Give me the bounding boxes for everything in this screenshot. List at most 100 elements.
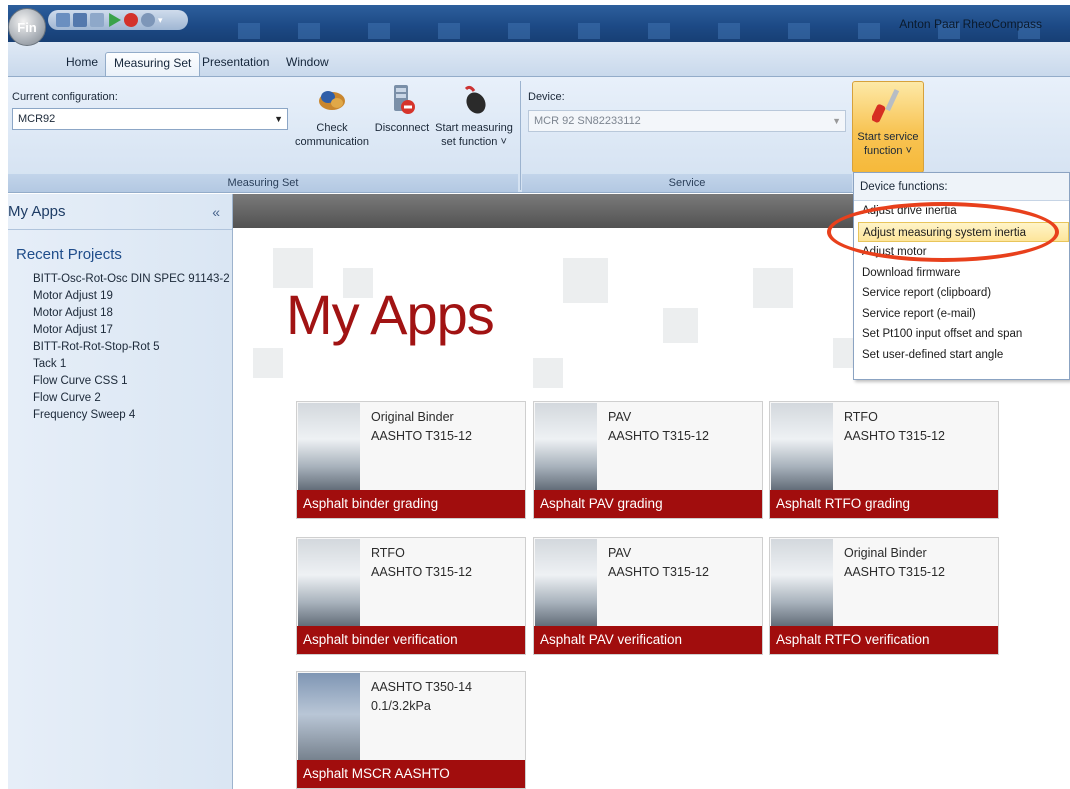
tab-measuring-set[interactable]: Measuring Set [105,52,201,76]
menu-item-download-firmware[interactable]: Download firmware [858,263,1069,284]
chevron-down-icon: ▼ [832,116,841,126]
current-configuration-label: Current configuration: [12,91,118,103]
list-item[interactable]: Tack 1 [33,356,232,373]
screwdriver-icon [871,88,904,123]
menu-item-service-report-clipboard[interactable]: Service report (clipboard) [858,283,1069,304]
recent-projects-title: Recent Projects [16,246,122,263]
list-item[interactable]: BITT-Rot-Rot-Stop-Rot 5 [33,339,232,356]
start-service-function-button[interactable]: Start service function ˅ [852,81,924,173]
device-functions-menu: Device functions: Adjust drive inertia A… [853,172,1070,380]
window-title: Anton Paar RheoCompass [899,17,1042,31]
device-combo[interactable]: MCR 92 SN82233112 ▼ [528,110,846,132]
asphalt-image [535,539,597,629]
background-decoration [753,268,793,308]
disconnect-button[interactable]: Disconnect [372,83,432,135]
tile-line1: RTFO [844,410,878,424]
play-icon[interactable] [109,13,121,27]
list-item[interactable]: Flow Curve 2 [33,390,232,407]
app-tile[interactable]: RTFO AASHTO T315-12 Asphalt binder verif… [296,537,526,655]
my-apps-pane-title: My Apps [8,203,66,220]
app-tile[interactable]: Original Binder AASHTO T315-12 Asphalt R… [769,537,999,655]
list-item[interactable]: Flow Curve CSS 1 [33,373,232,390]
my-apps-pane: My Apps « Recent Projects BITT-Osc-Rot-O… [8,194,239,789]
tile-line2: AASHTO T315-12 [608,565,709,579]
current-configuration-combo[interactable]: MCR92 ▼ [12,108,288,130]
recent-projects-list: BITT-Osc-Rot-Osc DIN SPEC 91143-2 1 Moto… [8,271,239,424]
current-configuration-value: MCR92 [18,113,56,125]
tile-line2: 0.1/3.2kPa [371,699,431,713]
handshake-icon [316,83,348,115]
service-group-label: Service [522,174,852,192]
tab-window[interactable]: Window [278,52,337,76]
asphalt-image [298,403,360,493]
customize-qat-icon[interactable]: ▾ [158,13,166,27]
road-image [298,673,360,765]
chevron-down-icon: ▼ [274,114,283,124]
quick-access-toolbar: ▾ [48,10,188,30]
tile-line2: AASHTO T315-12 [371,565,472,579]
disconnect-label: Disconnect [374,122,430,134]
menu-item-adjust-drive-inertia[interactable]: Adjust drive inertia [858,201,1069,222]
tile-line2: AASHTO T315-12 [844,565,945,579]
app-tile[interactable]: AASHTO T350-14 0.1/3.2kPa Asphalt MSCR A… [296,671,526,789]
mouse-icon [458,83,490,115]
background-decoration [533,358,563,388]
check-communication-label: Check communication [295,122,369,148]
tab-home[interactable]: Home [58,52,106,76]
list-item[interactable]: Motor Adjust 19 [33,288,232,305]
ribbon-tab-row: Home Measuring Set Presentation Window [8,42,1070,76]
record-icon[interactable] [124,13,138,27]
background-decoration [253,348,283,378]
check-communication-button[interactable]: Check communication [294,83,370,149]
app-tile[interactable]: RTFO AASHTO T315-12 Asphalt RTFO grading [769,401,999,519]
tile-title-bar: Asphalt MSCR AASHTO [297,760,525,788]
save-icon[interactable] [73,13,87,27]
app-tile[interactable]: PAV AASHTO T315-12 Asphalt PAV verificat… [533,537,763,655]
tile-line2: AASHTO T315-12 [844,429,945,443]
tile-line1: Original Binder [844,546,927,560]
tile-line1: PAV [608,546,632,560]
measuring-set-group-label: Measuring Set [8,174,518,192]
tile-title-bar: Asphalt binder verification [297,626,525,654]
menu-item-adjust-measuring-system-inertia[interactable]: Adjust measuring system inertia [858,221,1069,242]
list-item[interactable]: BITT-Osc-Rot-Osc DIN SPEC 91143-2 1 [33,271,239,288]
new-icon[interactable] [56,13,70,27]
disconnect-server-icon [386,83,418,115]
menu-item-set-start-angle[interactable]: Set user-defined start angle [858,345,1069,366]
tile-title-bar: Asphalt PAV verification [534,626,762,654]
my-apps-pane-header: My Apps « [8,194,232,230]
tile-title-bar: Asphalt RTFO verification [770,626,998,654]
list-item[interactable]: Frequency Sweep 4 [33,407,232,424]
start-measuring-set-function-button[interactable]: Start measuring set function ˅ [432,83,516,149]
list-item[interactable]: Motor Adjust 17 [33,322,232,339]
tab-presentation[interactable]: Presentation [194,52,277,76]
list-item[interactable]: Motor Adjust 18 [33,305,232,322]
app-tile[interactable]: PAV AASHTO T315-12 Asphalt PAV grading [533,401,763,519]
settings-icon[interactable] [141,13,155,27]
tile-title-bar: Asphalt binder grading [297,490,525,518]
device-functions-list: Adjust drive inertia Adjust measuring sy… [858,201,1069,365]
menu-item-set-pt100[interactable]: Set Pt100 input offset and span [858,324,1069,345]
tile-line2: AASHTO T315-12 [371,429,472,443]
undo-icon[interactable] [90,13,104,27]
start-measuring-set-function-label: Start measuring set function ˅ [435,122,513,148]
tile-line1: RTFO [371,546,405,560]
menu-item-service-report-email[interactable]: Service report (e-mail) [858,304,1069,325]
asphalt-image [771,539,833,629]
collapse-pane-icon[interactable]: « [212,194,220,230]
menu-item-adjust-motor[interactable]: Adjust motor [858,242,1069,263]
tile-line1: PAV [608,410,632,424]
application-menu-button[interactable]: Fin [8,8,46,46]
page-title: My Apps [286,283,495,346]
device-value: MCR 92 SN82233112 [534,115,641,127]
asphalt-image [771,403,833,493]
tile-title-bar: Asphalt PAV grading [534,490,762,518]
tile-line1: Original Binder [371,410,454,424]
device-functions-header: Device functions: [854,173,1069,201]
start-service-function-label: Start service function ˅ [857,131,919,157]
tile-line2: AASHTO T315-12 [608,429,709,443]
background-decoration [663,308,698,343]
device-label: Device: [528,91,565,103]
app-tile[interactable]: Original Binder AASHTO T315-12 Asphalt b… [296,401,526,519]
background-decoration [563,258,608,303]
